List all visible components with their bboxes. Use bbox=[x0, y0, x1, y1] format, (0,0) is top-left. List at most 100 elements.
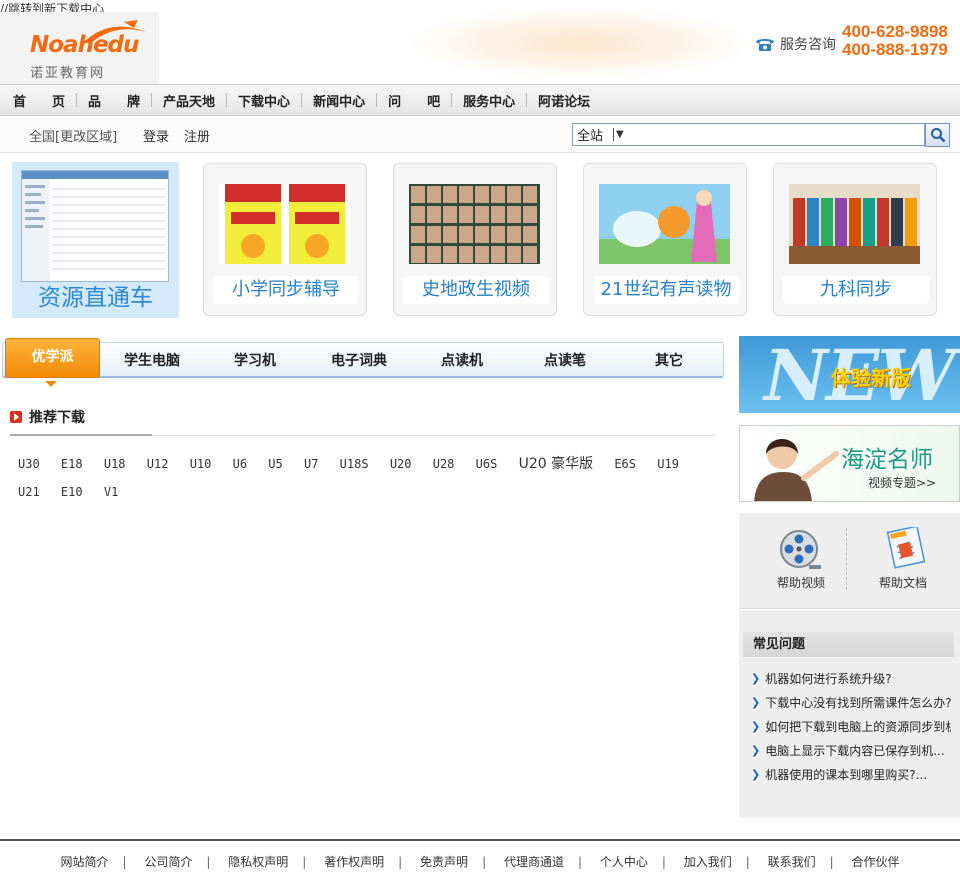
model-link[interactable]: U7 bbox=[304, 450, 318, 478]
help-doc-link[interactable]: 帮助文档 bbox=[863, 525, 943, 591]
footer-link[interactable]: 著作权声明 bbox=[324, 855, 384, 869]
search-icon bbox=[930, 128, 945, 143]
new-version-banner[interactable]: NEW 体验新版 bbox=[739, 336, 960, 413]
footer-separator: | bbox=[661, 855, 666, 869]
footer-links: 网站简介 | 公司简介 | 隐私权声明 | 著作权声明 | 免责声明 | 代理商通道 | 个… bbox=[0, 853, 960, 870]
model-link[interactable]: U5 bbox=[268, 450, 282, 478]
model-link[interactable]: U19 bbox=[657, 450, 679, 478]
header-decoration bbox=[410, 8, 750, 78]
help-video-link[interactable]: 帮助视频 bbox=[761, 527, 841, 591]
login-link[interactable]: 登录 bbox=[143, 126, 169, 145]
footer-link[interactable]: 网站简介 bbox=[60, 855, 108, 869]
model-link[interactable]: U21 bbox=[18, 478, 40, 506]
card-audio-reading[interactable]: 21世纪有声读物 bbox=[583, 163, 747, 316]
tab-reading-pen[interactable]: 点读笔 bbox=[544, 350, 586, 370]
nav-brand[interactable]: 品 牌 bbox=[77, 91, 151, 110]
nav-products[interactable]: 产品天地 bbox=[152, 91, 226, 110]
footer-link[interactable]: 免责声明 bbox=[420, 855, 468, 869]
faq-item-text: 电脑上显示下载内容已保存到机... bbox=[765, 743, 945, 758]
register-link[interactable]: 注册 bbox=[184, 126, 210, 145]
model-link[interactable]: U12 bbox=[147, 450, 169, 478]
tab-e-dictionary[interactable]: 电子词典 bbox=[331, 350, 387, 370]
nav-home[interactable]: 首 页 bbox=[2, 91, 76, 110]
help-panel: 帮助视频 帮助文档 bbox=[739, 513, 960, 609]
tab-student-pc[interactable]: 学生电脑 bbox=[124, 350, 180, 370]
faq-item-text: 机器如何进行系统升级? bbox=[765, 671, 892, 686]
faq-item[interactable]: ❯ 下载中心没有找到所需课件怎么办? bbox=[751, 690, 951, 714]
chevron-right-icon: ❯ bbox=[751, 695, 761, 709]
footer-link[interactable]: 合作伙伴 bbox=[852, 855, 900, 869]
chevron-right-icon: ❯ bbox=[751, 671, 761, 685]
model-link[interactable]: U20 豪华版 bbox=[519, 450, 594, 478]
search-input[interactable] bbox=[627, 124, 924, 145]
card-label: 史地政生视频 bbox=[403, 276, 549, 304]
footer-link[interactable]: 隐私权声明 bbox=[228, 855, 288, 869]
recommend-title: 推荐下载 bbox=[29, 410, 85, 426]
tab-learning-machine[interactable]: 学习机 bbox=[234, 350, 276, 370]
chevron-right-icon: ❯ bbox=[751, 719, 761, 733]
book-covers-illustration bbox=[225, 184, 345, 264]
card-primary-tutoring[interactable]: 小学同步辅导 bbox=[203, 163, 367, 316]
model-link[interactable]: U18 bbox=[104, 450, 126, 478]
model-link[interactable]: E10 bbox=[61, 478, 83, 506]
footer-separator: | bbox=[829, 855, 834, 869]
faq-list: ❯ 机器如何进行系统升级? ❯ 下载中心没有找到所需课件怎么办? ❯ 如何把下载到电脑… bbox=[751, 666, 951, 786]
nav-ask[interactable]: 问 吧 bbox=[377, 91, 451, 110]
footer-link[interactable]: 加入我们 bbox=[684, 855, 732, 869]
site-logo[interactable]: Noahedu 诺亚教育网 bbox=[0, 12, 159, 84]
footer-link[interactable]: 联系我们 bbox=[768, 855, 816, 869]
tab-youxuepai[interactable]: 优学派 bbox=[5, 338, 100, 378]
faq-item-text: 下载中心没有找到所需课件怎么办? bbox=[765, 695, 951, 710]
tab-other[interactable]: 其它 bbox=[655, 350, 683, 370]
phone-icon bbox=[756, 39, 774, 51]
product-tabs: 优学派 学生电脑 学习机 电子词典 点读机 点读笔 其它 bbox=[2, 338, 724, 387]
footer-separator: | bbox=[122, 855, 127, 869]
faq-item[interactable]: ❯ 电脑上显示下载内容已保存到机... bbox=[751, 738, 951, 762]
faq-item[interactable]: ❯ 机器使用的课本到哪里购买?... bbox=[751, 762, 951, 786]
model-link[interactable]: V1 bbox=[104, 478, 118, 506]
nav-service[interactable]: 服务中心 bbox=[452, 91, 526, 110]
teacher-subtitle: 视频专题>> bbox=[868, 476, 937, 490]
nav-download[interactable]: 下载中心 bbox=[227, 91, 301, 110]
search-scope-select[interactable]: 全站 bbox=[573, 125, 613, 144]
faq-item[interactable]: ❯ 机器如何进行系统升级? bbox=[751, 666, 951, 690]
model-link[interactable]: U20 bbox=[390, 450, 412, 478]
footer-link[interactable]: 个人中心 bbox=[600, 855, 648, 869]
model-link[interactable]: U18S bbox=[340, 450, 369, 478]
help-doc-label: 帮助文档 bbox=[878, 576, 927, 590]
book-covers-image bbox=[219, 184, 350, 264]
help-divider bbox=[846, 528, 847, 590]
film-reel-icon bbox=[780, 530, 821, 569]
card-label: 九科同步 bbox=[783, 276, 929, 304]
footer-separator: | bbox=[577, 855, 582, 869]
model-link[interactable]: U6 bbox=[233, 450, 247, 478]
logo-word: Noahedu bbox=[30, 32, 139, 58]
main-nav: 首 页 品 牌 产品天地 下载中心 新闻中心 问 吧 服务中心 阿诺论坛 bbox=[0, 84, 960, 116]
model-link[interactable]: U10 bbox=[190, 450, 212, 478]
footer-link[interactable]: 公司简介 bbox=[144, 855, 192, 869]
card-nine-subjects[interactable]: 九科同步 bbox=[773, 163, 937, 316]
model-link[interactable]: E6S bbox=[614, 450, 636, 478]
chevron-down-icon[interactable]: ▼ bbox=[613, 128, 624, 141]
footer-separator: | bbox=[398, 855, 403, 869]
footer-separator: | bbox=[302, 855, 307, 869]
card-resource[interactable]: 资源直通车 bbox=[12, 162, 179, 318]
book-shelf-image bbox=[789, 184, 920, 264]
model-link[interactable]: U30 bbox=[18, 450, 40, 478]
card-geo-history-video[interactable]: 史地政生视频 bbox=[393, 163, 557, 316]
nav-news[interactable]: 新闻中心 bbox=[302, 91, 376, 110]
model-link[interactable]: E18 bbox=[61, 450, 83, 478]
model-list: U30 E18 U18 U12 U10 U6 U5 U7 U18S U20 U2… bbox=[18, 450, 718, 506]
phone-number: 400-888-1979 bbox=[842, 40, 948, 59]
model-link[interactable]: U6S bbox=[476, 450, 498, 478]
famous-teacher-banner[interactable]: 海淀名师 视频专题>> bbox=[739, 425, 960, 502]
tab-reading-machine[interactable]: 点读机 bbox=[441, 350, 483, 370]
region-switch[interactable]: 全国[更改区域] bbox=[29, 126, 117, 145]
teachers-grid-illustration bbox=[411, 186, 537, 263]
model-link[interactable]: U28 bbox=[433, 450, 455, 478]
nav-forum[interactable]: 阿诺论坛 bbox=[527, 91, 601, 110]
footer-link[interactable]: 代理商通道 bbox=[504, 855, 564, 869]
search-button[interactable] bbox=[925, 123, 950, 147]
service-hotline: 服务咨询 bbox=[754, 34, 836, 54]
faq-item[interactable]: ❯ 如何把下载到电脑上的资源同步到机器? bbox=[751, 714, 951, 738]
